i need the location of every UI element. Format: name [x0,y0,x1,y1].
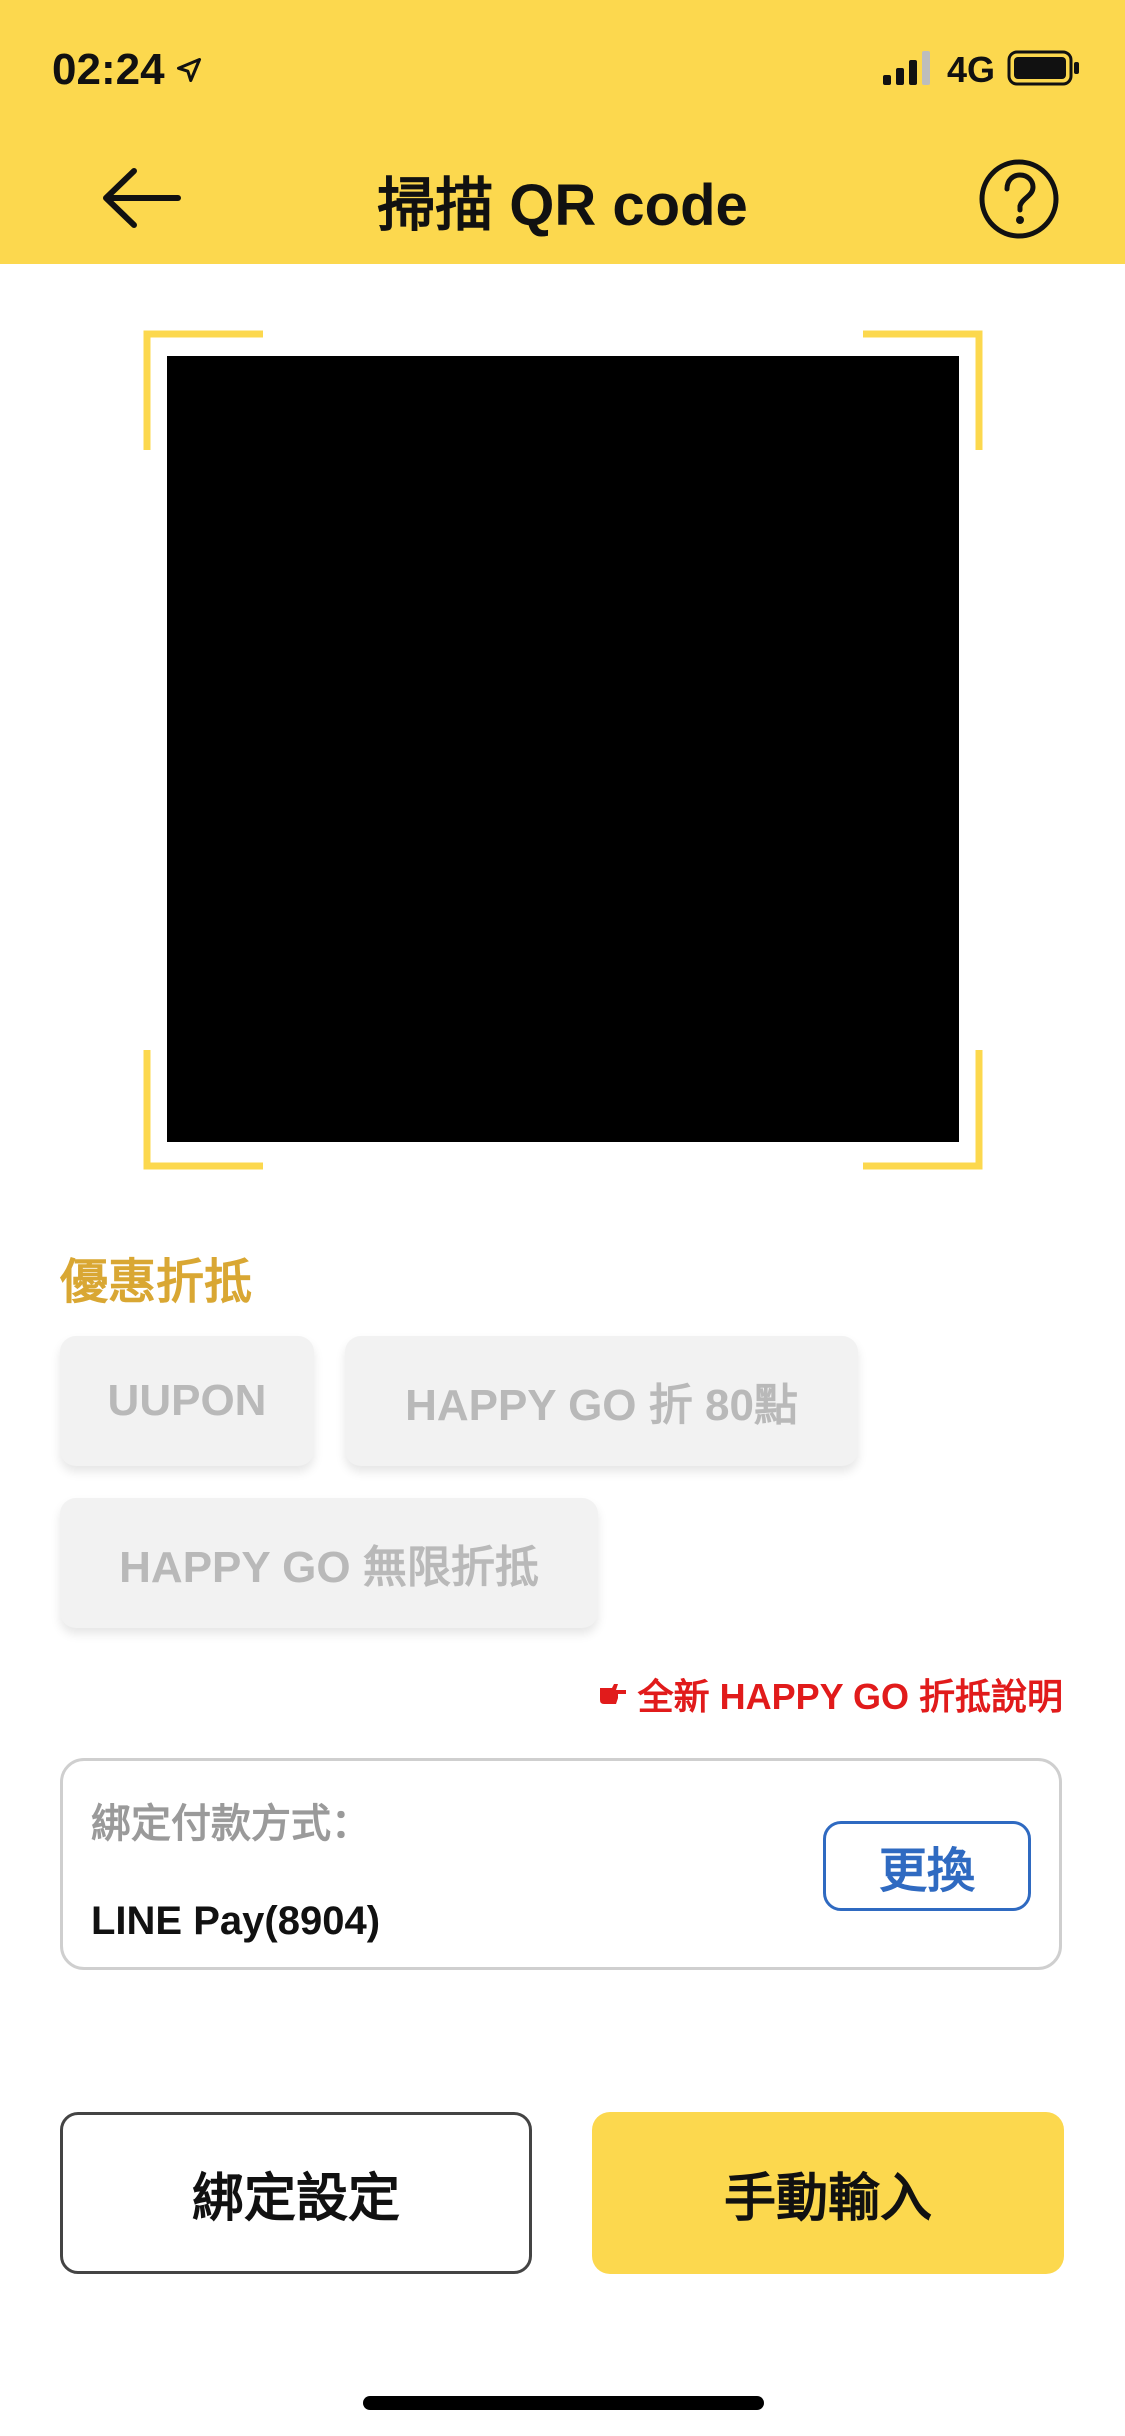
question-circle-icon [978,159,1060,244]
network-type: 4G [946,49,995,90]
status-time: 02:24 [52,40,203,100]
payment-method-card: 綁定付款方式： LINE Pay(8904) 更換 [60,1758,1062,1970]
signal-icon [882,50,935,90]
discount-explain-link[interactable]: 全新 HAPPY GO 折抵說明 [598,1668,1063,1720]
scan-corner-bottom-left [143,1050,263,1170]
scan-corner-top-left [143,330,263,450]
status-indicators: 4G [882,40,1081,100]
discount-explain-text: 全新 HAPPY GO 折抵說明 [637,1676,1063,1717]
discount-option-uupon[interactable]: UUPON [60,1336,314,1466]
header-bar: 02:24 4G 掃描 QR code [0,0,1125,264]
payment-method-value: LINE Pay(8904) [91,1899,381,1943]
battery-icon [1007,50,1081,91]
home-indicator [363,2396,764,2410]
page-title: 掃描 QR code [377,173,748,238]
discount-option-happygo-unlimited[interactable]: HAPPY GO 無限折抵 [60,1498,598,1628]
discount-section-title: 優惠折抵 [60,1256,253,1309]
manual-input-button[interactable]: 手動輸入 [592,2112,1064,2274]
scan-corner-bottom-right [863,1050,983,1170]
status-time-text: 02:24 [52,45,165,94]
scan-frame [143,330,983,1170]
help-button[interactable] [978,158,1060,240]
location-arrow-icon [175,40,203,100]
scan-corner-top-right [863,330,983,450]
binding-settings-button[interactable]: 綁定設定 [60,2112,532,2274]
pointing-hand-icon [598,1673,628,1715]
discount-option-happygo-80[interactable]: HAPPY GO 折 80點 [345,1336,858,1466]
change-payment-button[interactable]: 更換 [823,1821,1031,1911]
payment-method-label: 綁定付款方式： [91,1802,371,1846]
